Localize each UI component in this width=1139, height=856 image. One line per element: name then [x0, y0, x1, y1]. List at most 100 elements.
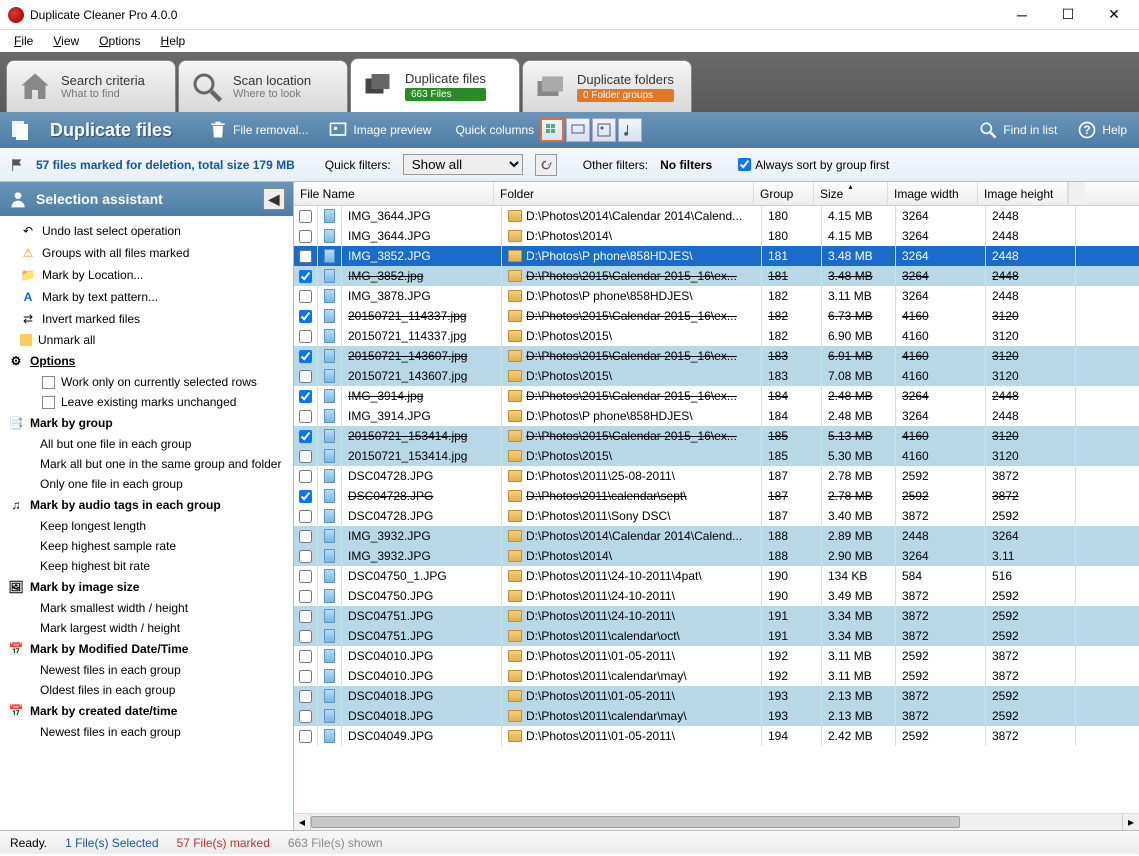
col-header-width[interactable]: Image width	[888, 182, 978, 205]
sidebar-mark-location[interactable]: 📁Mark by Location...	[0, 264, 293, 286]
col-header-folder[interactable]: Folder	[494, 182, 754, 205]
col-header-size[interactable]: ▴Size	[814, 182, 888, 205]
table-row[interactable]: 20150721_143607.jpgD:\Photos\2015\Calend…	[294, 346, 1139, 366]
row-checkbox[interactable]	[299, 610, 312, 623]
find-in-list-button[interactable]: Find in list	[974, 118, 1061, 142]
quickcol-grid-button[interactable]	[540, 118, 564, 142]
row-checkbox[interactable]	[299, 350, 312, 363]
row-checkbox[interactable]	[299, 670, 312, 683]
row-checkbox[interactable]	[299, 650, 312, 663]
tab-duplicate-folders[interactable]: Duplicate folders0 Folder groups	[522, 60, 692, 112]
tab-scan-location[interactable]: Scan locationWhere to look	[178, 60, 348, 112]
table-row[interactable]: DSC04018.JPGD:\Photos\2011\01-05-2011\19…	[294, 686, 1139, 706]
sidebar-all-but-one-same[interactable]: Mark all but one in the same group and f…	[0, 454, 293, 474]
hscroll-left[interactable]: ◂	[294, 814, 311, 830]
row-checkbox[interactable]	[299, 730, 312, 743]
table-row[interactable]: DSC04010.JPGD:\Photos\2011\01-05-2011\19…	[294, 646, 1139, 666]
sidebar-newest[interactable]: Newest files in each group	[0, 660, 293, 680]
row-checkbox[interactable]	[299, 630, 312, 643]
col-header-group[interactable]: Group	[754, 182, 814, 205]
table-row[interactable]: IMG_3852.jpgD:\Photos\2015\Calendar 2015…	[294, 266, 1139, 286]
table-row[interactable]: DSC04018.JPGD:\Photos\2011\calendar\may\…	[294, 706, 1139, 726]
sidebar-options-header[interactable]: ⚙Options	[0, 350, 293, 372]
checkbox-icon[interactable]	[42, 376, 55, 389]
row-checkbox[interactable]	[299, 430, 312, 443]
sidebar-only-one[interactable]: Only one file in each group	[0, 474, 293, 494]
hscroll-track[interactable]	[311, 814, 1122, 830]
sidebar-collapse-button[interactable]: ◀	[263, 188, 285, 210]
table-row[interactable]: IMG_3644.JPGD:\Photos\2014\Calendar 2014…	[294, 206, 1139, 226]
sidebar-groups-marked[interactable]: ⚠Groups with all files marked	[0, 242, 293, 264]
quick-filter-select[interactable]: Show all	[403, 154, 523, 175]
tab-search-criteria[interactable]: Search criteriaWhat to find	[6, 60, 176, 112]
file-list-body[interactable]: IMG_3644.JPGD:\Photos\2014\Calendar 2014…	[294, 206, 1139, 813]
refresh-filter-button[interactable]	[535, 154, 557, 176]
table-row[interactable]: DSC04728.JPGD:\Photos\2011\calendar\sept…	[294, 486, 1139, 506]
row-checkbox[interactable]	[299, 570, 312, 583]
row-checkbox[interactable]	[299, 510, 312, 523]
checkbox-icon[interactable]	[42, 396, 55, 409]
row-checkbox[interactable]	[299, 410, 312, 423]
tab-duplicate-files[interactable]: Duplicate files663 Files	[350, 58, 520, 112]
col-header-height[interactable]: Image height	[978, 182, 1068, 205]
hscroll-thumb[interactable]	[311, 816, 960, 828]
quickcol-image-button[interactable]	[592, 118, 616, 142]
sidebar-undo[interactable]: ↶Undo last select operation	[0, 220, 293, 242]
row-checkbox[interactable]	[299, 590, 312, 603]
row-checkbox[interactable]	[299, 290, 312, 303]
table-row[interactable]: 20150721_153414.jpgD:\Photos\2015\Calend…	[294, 426, 1139, 446]
row-checkbox[interactable]	[299, 390, 312, 403]
table-row[interactable]: IMG_3878.JPGD:\Photos\P phone\858HDJES\1…	[294, 286, 1139, 306]
row-checkbox[interactable]	[299, 270, 312, 283]
sidebar-highest-sample[interactable]: Keep highest sample rate	[0, 536, 293, 556]
table-row[interactable]: DSC04049.JPGD:\Photos\2011\01-05-2011\19…	[294, 726, 1139, 746]
row-checkbox[interactable]	[299, 250, 312, 263]
file-removal-button[interactable]: File removal...	[204, 118, 312, 142]
sidebar-all-but-one[interactable]: All but one file in each group	[0, 434, 293, 454]
sidebar-longest-length[interactable]: Keep longest length	[0, 516, 293, 536]
menu-view[interactable]: View	[43, 32, 89, 50]
table-row[interactable]: DSC04751.JPGD:\Photos\2011\24-10-2011\19…	[294, 606, 1139, 626]
row-checkbox[interactable]	[299, 330, 312, 343]
table-row[interactable]: IMG_3932.JPGD:\Photos\2014\1882.90 MB326…	[294, 546, 1139, 566]
table-row[interactable]: 20150721_143607.jpgD:\Photos\2015\1837.0…	[294, 366, 1139, 386]
table-row[interactable]: 20150721_114337.jpgD:\Photos\2015\Calend…	[294, 306, 1139, 326]
table-row[interactable]: DSC04728.JPGD:\Photos\2011\25-08-2011\18…	[294, 466, 1139, 486]
row-checkbox[interactable]	[299, 690, 312, 703]
table-row[interactable]: IMG_3852.JPGD:\Photos\P phone\858HDJES\1…	[294, 246, 1139, 266]
sidebar-mark-pattern[interactable]: AMark by text pattern...	[0, 286, 293, 308]
row-checkbox[interactable]	[299, 310, 312, 323]
close-button[interactable]: ✕	[1091, 0, 1137, 30]
quickcol-monitor-button[interactable]	[566, 118, 590, 142]
sidebar-leave-marks[interactable]: Leave existing marks unchanged	[0, 392, 293, 412]
menu-options[interactable]: Options	[89, 32, 150, 50]
row-checkbox[interactable]	[299, 230, 312, 243]
always-sort-checkbox[interactable]: Always sort by group first	[738, 158, 889, 172]
menu-help[interactable]: Help	[151, 32, 196, 50]
row-checkbox[interactable]	[299, 450, 312, 463]
help-button[interactable]: ? Help	[1073, 118, 1131, 142]
table-row[interactable]: IMG_3914.JPGD:\Photos\P phone\858HDJES\1…	[294, 406, 1139, 426]
sidebar-oldest[interactable]: Oldest files in each group	[0, 680, 293, 700]
row-checkbox[interactable]	[299, 710, 312, 723]
row-checkbox[interactable]	[299, 210, 312, 223]
sidebar-invert[interactable]: ⇄Invert marked files	[0, 308, 293, 330]
hscroll-right[interactable]: ▸	[1122, 814, 1139, 830]
table-row[interactable]: 20150721_114337.jpgD:\Photos\2015\1826.9…	[294, 326, 1139, 346]
sidebar-work-only[interactable]: Work only on currently selected rows	[0, 372, 293, 392]
sidebar-unmark[interactable]: Unmark all	[0, 330, 293, 350]
image-preview-button[interactable]: Image preview	[324, 118, 435, 142]
quickcol-music-button[interactable]	[618, 118, 642, 142]
sidebar-body[interactable]: ↶Undo last select operation ⚠Groups with…	[0, 216, 293, 830]
row-checkbox[interactable]	[299, 490, 312, 503]
table-row[interactable]: IMG_3932.JPGD:\Photos\2014\Calendar 2014…	[294, 526, 1139, 546]
table-row[interactable]: DSC04750.JPGD:\Photos\2011\24-10-2011\19…	[294, 586, 1139, 606]
maximize-button[interactable]: ☐	[1045, 0, 1091, 30]
sidebar-newest2[interactable]: Newest files in each group	[0, 722, 293, 742]
hscrollbar[interactable]: ◂ ▸	[294, 813, 1139, 830]
row-checkbox[interactable]	[299, 530, 312, 543]
table-row[interactable]: IMG_3644.JPGD:\Photos\2014\1804.15 MB326…	[294, 226, 1139, 246]
table-row[interactable]: DSC04751.JPGD:\Photos\2011\calendar\oct\…	[294, 626, 1139, 646]
row-checkbox[interactable]	[299, 370, 312, 383]
sidebar-smallest-wh[interactable]: Mark smallest width / height	[0, 598, 293, 618]
